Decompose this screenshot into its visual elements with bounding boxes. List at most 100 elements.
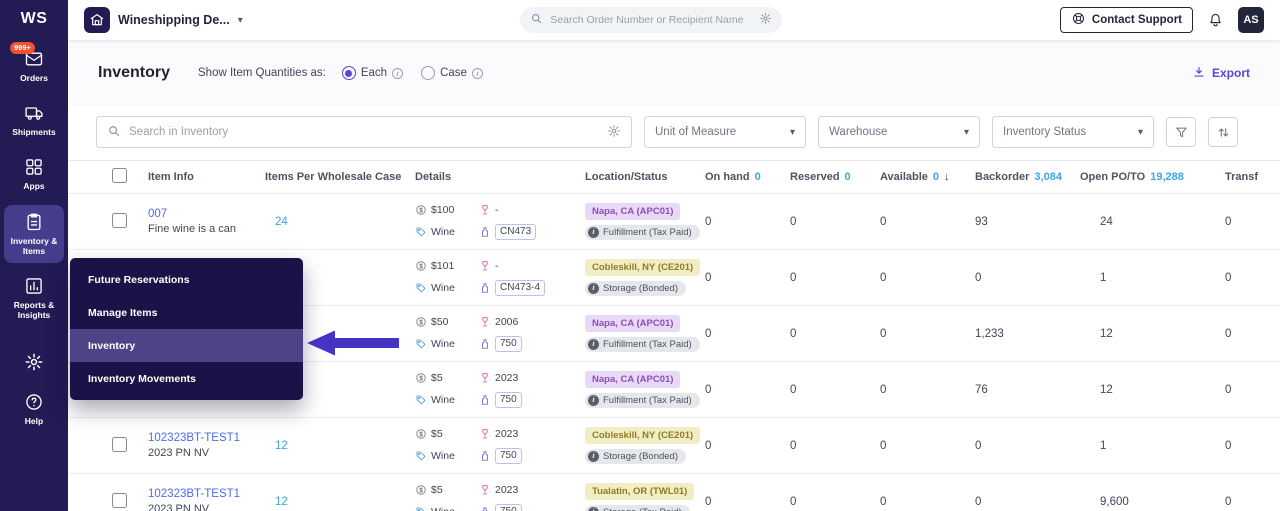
inventory-search[interactable] bbox=[96, 116, 632, 148]
user-avatar[interactable]: AS bbox=[1238, 7, 1264, 33]
vintage-detail: 2006 bbox=[479, 316, 585, 328]
radio-case-control[interactable] bbox=[421, 66, 435, 80]
on-hand-value: 0 bbox=[705, 496, 790, 508]
size-detail: 750 bbox=[479, 336, 585, 352]
item-code-link[interactable]: 007 bbox=[148, 208, 265, 220]
info-icon: i bbox=[588, 395, 599, 406]
company-selector[interactable]: Wineshipping De... ▾ bbox=[84, 7, 243, 33]
bottle-icon bbox=[479, 394, 491, 406]
row-checkbox[interactable] bbox=[112, 493, 127, 508]
backorder-value: 0 bbox=[975, 496, 1080, 508]
sidebar-item-inventory-items[interactable]: Inventory & Items bbox=[4, 205, 64, 263]
backorder-value: 76 bbox=[975, 384, 1080, 396]
flyout-menu-item[interactable]: Inventory bbox=[70, 329, 303, 362]
contact-support-button[interactable]: Contact Support bbox=[1060, 7, 1193, 33]
location-status-cell: Cobleskill, NY (CE201) i Storage (Bonded… bbox=[585, 259, 705, 296]
app-logo[interactable]: WS bbox=[21, 10, 48, 28]
notifications-bell-icon[interactable] bbox=[1207, 12, 1224, 29]
item-info-cell: 007 Fine wine is a can bbox=[148, 208, 265, 235]
item-description: Fine wine is a can bbox=[148, 223, 265, 235]
vintage-detail: 2023 bbox=[479, 484, 585, 496]
reserved-value: 0 bbox=[790, 384, 880, 396]
filter-funnel-button[interactable] bbox=[1166, 117, 1196, 147]
unit-of-measure-select[interactable]: Unit of Measure ▾ bbox=[644, 116, 806, 148]
radio-each-control[interactable] bbox=[342, 66, 356, 80]
column-header-details[interactable]: Details bbox=[415, 171, 585, 183]
sidebar-item-shipments[interactable]: Shipments bbox=[4, 96, 64, 144]
flyout-menu-item[interactable]: Future Reservations bbox=[70, 263, 303, 296]
column-header-on-hand[interactable]: On hand0 bbox=[705, 171, 790, 183]
wine-glass-icon bbox=[479, 428, 491, 440]
column-header-backorder[interactable]: Backorder3,084 bbox=[975, 171, 1080, 183]
select-all-checkbox[interactable] bbox=[112, 168, 127, 183]
transfer-value: 0 bbox=[1225, 216, 1280, 228]
export-button[interactable]: Export bbox=[1192, 65, 1250, 82]
status-badge: i Storage (Bonded) bbox=[585, 281, 686, 296]
sidebar-item-settings[interactable] bbox=[4, 345, 64, 379]
column-header-reserved[interactable]: Reserved0 bbox=[790, 171, 880, 183]
global-search-input[interactable] bbox=[550, 14, 752, 26]
sidebar-item-orders[interactable]: 999+ Orders bbox=[4, 42, 64, 90]
row-checkbox[interactable] bbox=[112, 213, 127, 228]
dollar-icon bbox=[415, 428, 427, 440]
tag-icon bbox=[415, 338, 427, 350]
column-header-transfer[interactable]: Transf bbox=[1225, 171, 1280, 183]
sidebar-item-reports-insights[interactable]: Reports & Insights bbox=[4, 269, 64, 327]
flyout-menu-item[interactable]: Inventory Movements bbox=[70, 362, 303, 395]
transfer-value: 0 bbox=[1225, 328, 1280, 340]
available-value: 0 bbox=[880, 384, 975, 396]
open-po-value: 12 bbox=[1080, 328, 1225, 340]
dollar-icon bbox=[415, 260, 427, 272]
price-detail: $100 bbox=[415, 204, 471, 216]
transfer-value: 0 bbox=[1225, 496, 1280, 508]
details-cell: $100 - Wine CN473 bbox=[415, 204, 585, 240]
each-info-icon: i bbox=[392, 68, 403, 79]
sort-button[interactable] bbox=[1208, 117, 1238, 147]
available-value: 0 bbox=[880, 440, 975, 452]
on-hand-value: 0 bbox=[705, 216, 790, 228]
column-header-item-info[interactable]: Item Info bbox=[148, 171, 265, 183]
reserved-value: 0 bbox=[790, 216, 880, 228]
info-icon: i bbox=[588, 339, 599, 350]
tag-icon bbox=[415, 394, 427, 406]
info-icon: i bbox=[588, 227, 599, 238]
column-header-items-per-case[interactable]: Items Per Wholesale Case bbox=[265, 171, 415, 183]
bottle-icon bbox=[479, 506, 491, 511]
sidebar-item-apps[interactable]: Apps bbox=[4, 150, 64, 198]
radio-each[interactable]: Each i bbox=[342, 66, 403, 80]
global-search[interactable] bbox=[520, 7, 782, 33]
wine-glass-icon bbox=[479, 260, 491, 272]
search-settings-gear-icon[interactable] bbox=[607, 124, 621, 141]
column-header-available[interactable]: Available0↓ bbox=[880, 171, 975, 183]
flyout-menu-item[interactable]: Manage Items bbox=[70, 296, 303, 329]
column-header-open-po[interactable]: Open PO/TO19,288 bbox=[1080, 171, 1225, 183]
item-code-link[interactable]: 102323BT-TEST1 bbox=[148, 432, 265, 444]
wine-glass-icon bbox=[479, 484, 491, 496]
gear-icon bbox=[24, 352, 44, 372]
price-detail: $5 bbox=[415, 484, 471, 496]
item-code-link[interactable]: 102323BT-TEST1 bbox=[148, 488, 265, 500]
inventory-status-select[interactable]: Inventory Status ▾ bbox=[992, 116, 1154, 148]
radio-case[interactable]: Case i bbox=[421, 66, 483, 80]
size-detail: 750 bbox=[479, 448, 585, 464]
tag-icon bbox=[415, 450, 427, 462]
item-description: 2023 PN NV bbox=[148, 503, 265, 511]
transfer-value: 0 bbox=[1225, 384, 1280, 396]
column-header-location-status[interactable]: Location/Status bbox=[585, 171, 705, 183]
inventory-search-input[interactable] bbox=[129, 126, 599, 138]
search-settings-gear-icon[interactable] bbox=[759, 12, 772, 28]
location-badge: Cobleskill, NY (CE201) bbox=[585, 259, 700, 276]
backorder-value: 0 bbox=[975, 440, 1080, 452]
row-checkbox[interactable] bbox=[112, 437, 127, 452]
quantities-label: Show Item Quantities as: bbox=[198, 67, 326, 79]
warehouse-select[interactable]: Warehouse ▾ bbox=[818, 116, 980, 148]
location-badge: Napa, CA (APC01) bbox=[585, 371, 680, 388]
category-detail: Wine bbox=[415, 504, 471, 511]
on-hand-value: 0 bbox=[705, 384, 790, 396]
reserved-value: 0 bbox=[790, 272, 880, 284]
wine-glass-icon bbox=[479, 372, 491, 384]
open-po-value: 9,600 bbox=[1080, 496, 1225, 508]
location-status-cell: Tualatin, OR (TWL01) i Storage (Tax Paid… bbox=[585, 483, 705, 511]
sidebar-item-help[interactable]: Help bbox=[4, 385, 64, 433]
items-per-case-value: 12 bbox=[265, 496, 415, 508]
